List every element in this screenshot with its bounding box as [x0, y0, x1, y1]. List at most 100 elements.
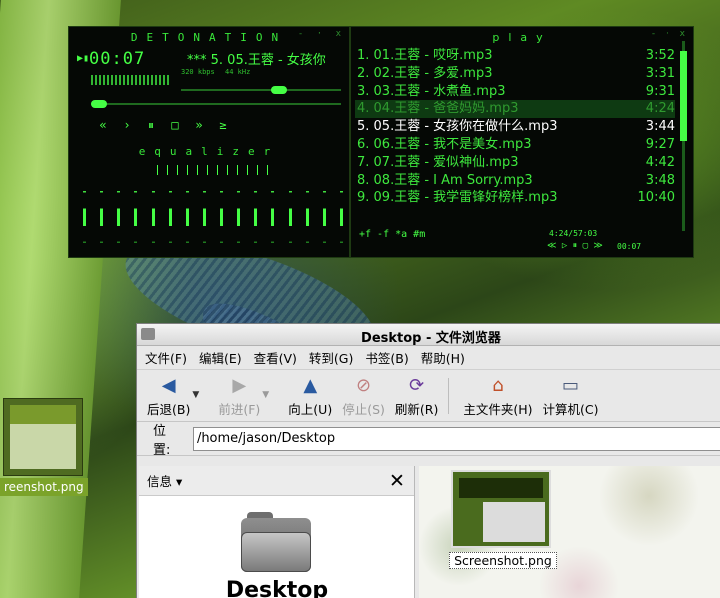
menu-item[interactable]: 帮助(H) [421, 348, 465, 367]
back-arrow-icon: ◀ [161, 374, 176, 396]
equalizer-preamp[interactable] [157, 165, 277, 175]
playlist-action-buttons[interactable]: +f -f *a #m [359, 229, 425, 240]
seek-slider-knob[interactable] [91, 100, 107, 108]
location-bar: 位置: /home/jason/Desktop [137, 422, 720, 458]
player-window-buttons[interactable]: - · x [298, 29, 345, 39]
bitrate-label: 320 kbps [181, 68, 215, 76]
playlist-track[interactable]: 6. 06.王蓉 - 我不是美女.mp3 9:27 [355, 136, 675, 154]
equalizer-title: equalizer [138, 145, 280, 158]
playlist-mini-time: 00:07 [617, 242, 642, 251]
media-player-window[interactable]: DETONATION - · x ▶▮ 00:07 *** 5. 05.王蓉 -… [68, 26, 350, 258]
menu-item[interactable]: 书签(B) [365, 348, 408, 367]
track-duration: 10:40 [637, 190, 675, 206]
toolbar: ◀ 后退(B) ▼ ▶ 前进(F) ▼ ▲ 向上(U) ⊘ 停止(S) ⟳ 刷新… [137, 370, 720, 422]
stop-icon[interactable]: □ [163, 118, 187, 133]
sidebar-mode-select[interactable]: 信息 ▾ [147, 471, 182, 490]
eq-band[interactable] [100, 177, 104, 247]
eq-band[interactable] [220, 177, 223, 247]
forward-history-dropdown[interactable]: ▼ [262, 390, 278, 400]
eject-icon[interactable]: ≥ [211, 118, 235, 133]
play-icon[interactable]: › [115, 118, 139, 133]
eq-band[interactable] [117, 177, 121, 247]
location-input[interactable]: /home/jason/Desktop [192, 426, 720, 451]
eq-band[interactable] [134, 177, 138, 247]
eq-band[interactable] [185, 177, 189, 247]
track-duration: 9:31 [645, 83, 675, 99]
track-title: 8. 08.王蓉 - I Am Sorry.mp3 [357, 172, 533, 188]
menu-item[interactable]: 查看(V) [254, 348, 297, 367]
menu-item[interactable]: 文件(F) [145, 348, 187, 367]
sidebar-pane: 信息 ▾ ✕ Desktop [139, 466, 415, 598]
equalizer-bands [83, 177, 343, 247]
playlist-window-buttons[interactable]: - · x [652, 29, 689, 39]
track-duration: 3:44 [645, 119, 675, 135]
eq-band[interactable] [202, 177, 206, 247]
next-icon[interactable]: » [187, 118, 211, 133]
playlist-window[interactable]: play - · x 1. 01.王蓉 - 哎呀.mp3 3:52 2. 02.王蓉… [350, 26, 694, 258]
file-item[interactable]: Screenshot.png [449, 470, 557, 569]
seek-slider[interactable] [91, 100, 341, 108]
computer-button[interactable]: ▭ 计算机(C) [543, 374, 599, 418]
eq-band[interactable] [271, 177, 275, 247]
sidebar-header: 信息 ▾ ✕ [139, 466, 414, 496]
eq-band[interactable] [237, 177, 241, 247]
sidebar-folder-name: Desktop [225, 578, 329, 598]
spectrum-visualizer[interactable] [91, 75, 171, 85]
eq-band[interactable] [339, 177, 343, 247]
playlist-tracks: 1. 01.王蓉 - 哎呀.mp3 3:52 2. 02.王蓉 - 多爱.mp3 3:… [355, 47, 675, 207]
window-title: Desktop - 文件浏览器 [361, 331, 501, 346]
up-arrow-icon: ▲ [303, 374, 318, 396]
eq-band[interactable] [151, 177, 155, 247]
home-icon: ⌂ [492, 374, 504, 396]
menu-item[interactable]: 转到(G) [309, 348, 353, 367]
stop-icon: ⊘ [356, 374, 372, 396]
transport-controls: « › ⏸ □ » ≥ [91, 118, 341, 133]
home-button[interactable]: ⌂ 主文件夹(H) [463, 374, 532, 418]
elapsed-time[interactable]: 00:07 [89, 49, 145, 69]
file-browser-titlebar[interactable]: Desktop - 文件浏览器 [137, 324, 720, 346]
eq-band[interactable] [168, 177, 172, 247]
previous-icon[interactable]: « [91, 118, 115, 133]
file-label: Screenshot.png [449, 552, 557, 569]
desktop-file-label: reenshot.png [0, 478, 88, 496]
eq-band[interactable] [83, 177, 86, 247]
file-browser-window[interactable]: Desktop - 文件浏览器 文件(F) 编辑(E) 查看(V) 转到(G) 书签(B… [136, 323, 720, 598]
pause-icon[interactable]: ⏸ [139, 118, 163, 133]
playlist-track[interactable]: 8. 08.王蓉 - I Am Sorry.mp3 3:48 [355, 172, 675, 190]
track-duration: 4:42 [645, 154, 675, 170]
playlist-track[interactable]: 7. 07.王蓉 - 爱似神仙.mp3 4:42 [355, 154, 675, 172]
track-title: 4. 04.王蓉 - 爸爸妈妈.mp3 [357, 101, 519, 117]
forward-button[interactable]: ▶ 前进(F) [218, 374, 260, 418]
track-duration: 3:48 [645, 172, 675, 188]
back-button[interactable]: ◀ 后退(B) [147, 374, 190, 418]
play-state-icon: ▶▮ [77, 53, 90, 64]
refresh-button[interactable]: ⟳ 刷新(R) [395, 374, 438, 418]
playlist-track[interactable]: 5. 05.王蓉 - 女孩你在做什么.mp3 3:44 [355, 118, 675, 136]
playlist-track[interactable]: 4. 04.王蓉 - 爸爸妈妈.mp3 4:24 [355, 100, 675, 119]
eq-band[interactable] [322, 177, 326, 247]
playlist-scrollbar[interactable] [680, 41, 687, 231]
up-button[interactable]: ▲ 向上(U) [288, 374, 332, 418]
stop-button[interactable]: ⊘ 停止(S) [342, 374, 385, 418]
close-sidebar-icon[interactable]: ✕ [386, 470, 408, 492]
back-history-dropdown[interactable]: ▼ [192, 390, 208, 400]
eq-band[interactable] [305, 177, 309, 247]
samplerate-label: 44 kHz [225, 68, 251, 76]
computer-icon: ▭ [561, 374, 579, 396]
volume-slider[interactable] [181, 86, 341, 94]
playlist-mini-controls[interactable]: ≪ ▷ ⏸ ▢ ≫ [547, 241, 603, 251]
playlist-track[interactable]: 9. 09.王蓉 - 我学雷锋好榜样.mp3 10:40 [355, 189, 675, 207]
desktop-file-icon[interactable]: reenshot.png [0, 398, 90, 500]
menu-item[interactable]: 编辑(E) [199, 348, 242, 367]
track-title: 7. 07.王蓉 - 爱似神仙.mp3 [357, 154, 519, 170]
eq-band[interactable] [288, 177, 292, 247]
volume-slider-knob[interactable] [271, 86, 287, 94]
file-view[interactable]: Screenshot.png [419, 466, 720, 598]
track-duration: 9:27 [645, 136, 675, 152]
playlist-track[interactable]: 2. 02.王蓉 - 多爱.mp3 3:31 [355, 65, 675, 83]
playlist-track[interactable]: 1. 01.王蓉 - 哎呀.mp3 3:52 [355, 47, 675, 65]
playlist-track[interactable]: 3. 03.王蓉 - 水煮鱼.mp3 9:31 [355, 83, 675, 101]
eq-band[interactable] [254, 177, 258, 247]
track-title: 9. 09.王蓉 - 我学雷锋好榜样.mp3 [357, 190, 558, 206]
toolbar-separator [448, 378, 450, 414]
